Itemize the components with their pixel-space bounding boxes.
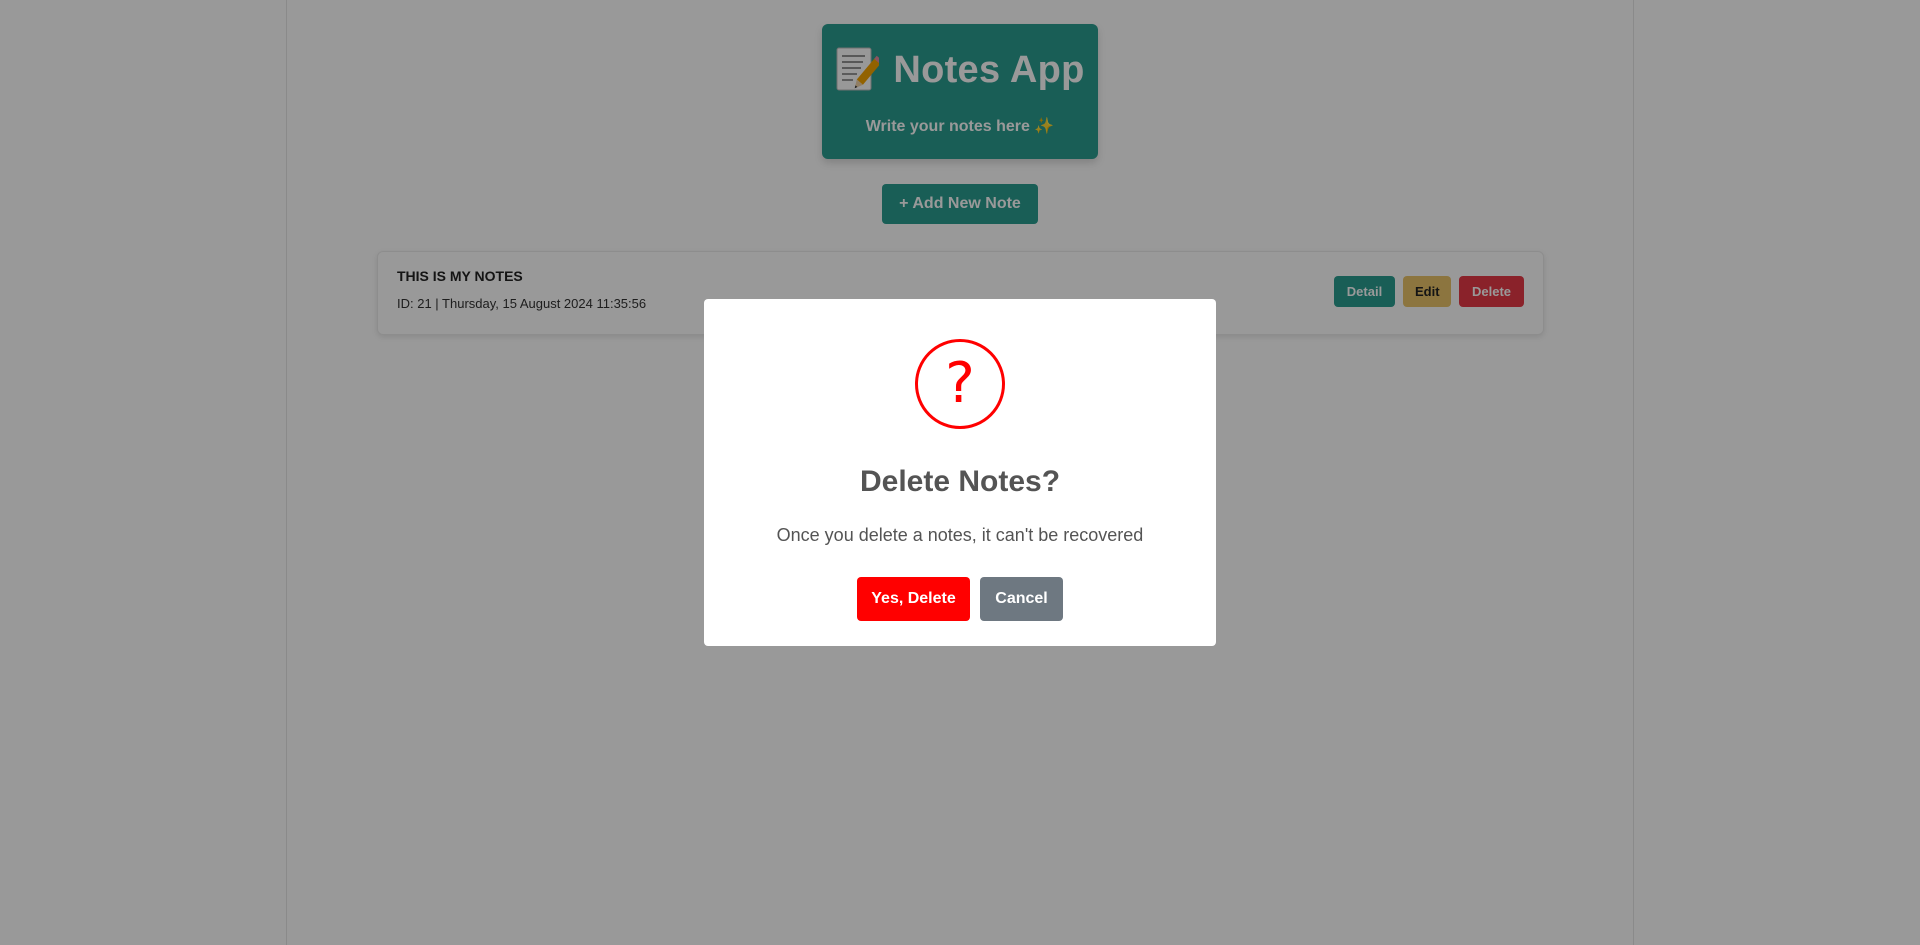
confirm-delete-button[interactable]: Yes, Delete (857, 577, 970, 621)
question-icon: ? (915, 339, 1005, 429)
dialog-title: Delete Notes? (859, 465, 1061, 498)
cancel-button[interactable]: Cancel (980, 577, 1063, 621)
delete-confirm-dialog: ? Delete Notes? Once you delete a notes,… (704, 299, 1216, 646)
dialog-actions: Yes, Delete Cancel (704, 577, 1216, 621)
dialog-message: Once you delete a notes, it can't be rec… (776, 525, 1144, 545)
